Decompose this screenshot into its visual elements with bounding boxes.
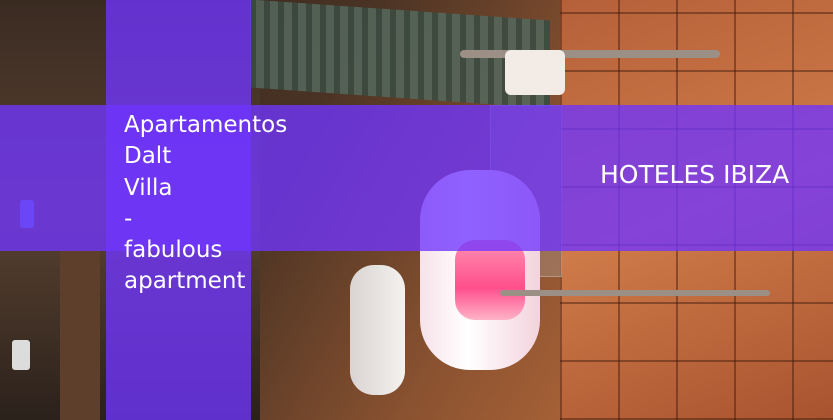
page-title: Apartamentos Dalt Villa - fabulous apart… (124, 110, 304, 298)
door-frame (60, 250, 100, 420)
title-line: - (124, 205, 133, 232)
brand-label: HOTELES IBIZA (600, 160, 790, 189)
title-line: Apartamentos (124, 112, 288, 138)
towel (505, 50, 565, 95)
wall-sign (12, 340, 30, 370)
sink (350, 265, 405, 395)
title-line: Villa (124, 174, 173, 201)
title-line: apartment (124, 268, 246, 295)
title-line: Dalt (124, 143, 172, 170)
towel-rack-lower (500, 290, 770, 296)
bathtub-light (455, 240, 525, 320)
title-line: fabulous (124, 237, 223, 264)
towel-rack (460, 50, 720, 58)
